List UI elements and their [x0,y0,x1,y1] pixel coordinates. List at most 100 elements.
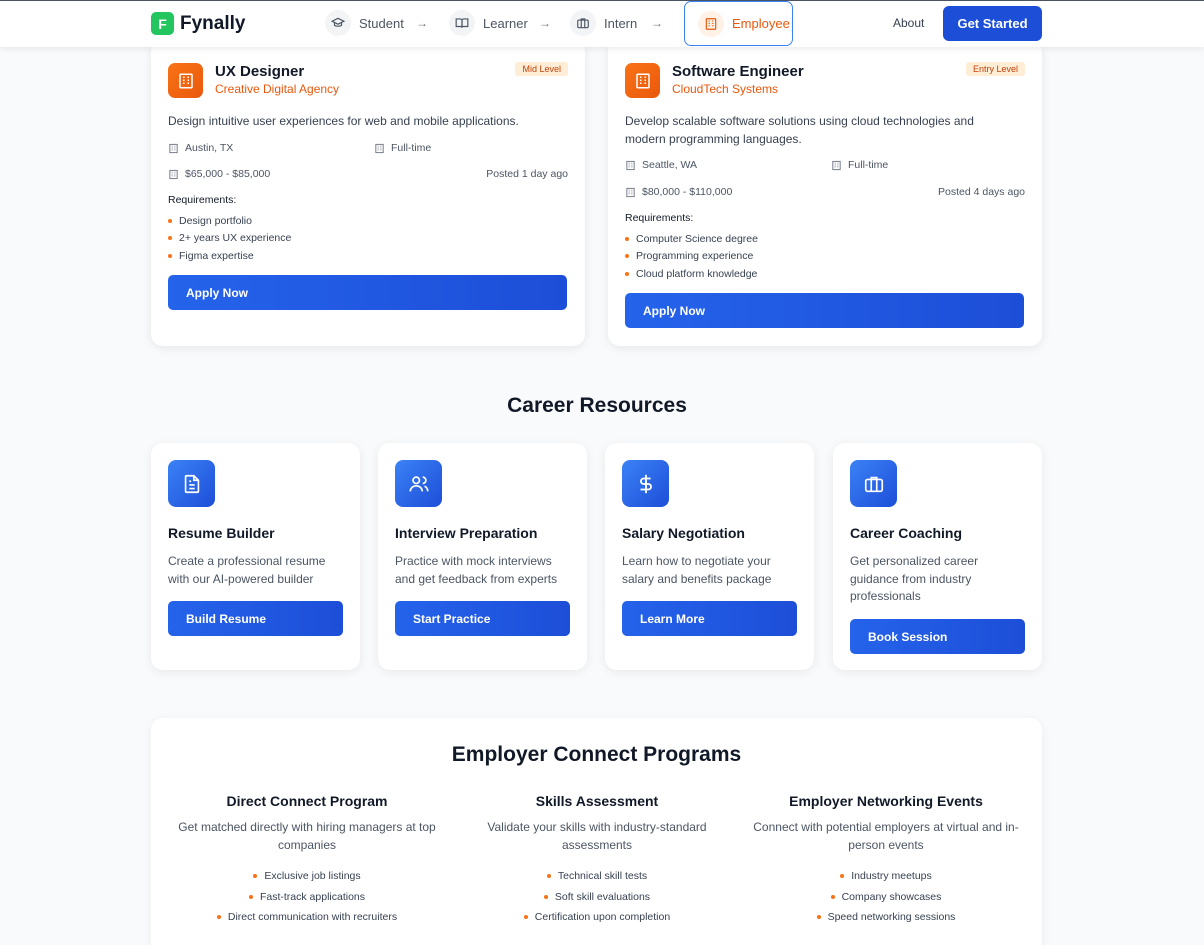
list-item: Technical skill tests [462,866,732,887]
program-bullets: Exclusive job listings Fast-track applic… [172,866,442,928]
list-item: Figma expertise [168,247,291,265]
building-icon [625,63,660,98]
job-card: UX Designer Creative Digital Agency Mid … [151,40,585,346]
list-item: Programming experience [625,248,758,266]
briefcase-icon [850,460,897,507]
resource-description: Learn how to negotiate your salary and b… [622,554,772,586]
apply-now-button[interactable]: Apply Now [168,275,567,310]
job-type-text: Full-time [848,159,889,171]
nav-employee[interactable]: Employee [684,1,793,46]
apply-now-button[interactable]: Apply Now [625,293,1024,328]
job-description: Develop scalable software solutions usin… [625,114,974,146]
list-item: Design portfolio [168,212,291,230]
about-link[interactable]: About [893,16,924,30]
job-company: CloudTech Systems [672,82,779,96]
building-icon [374,143,385,154]
resource-title: Interview Preparation [395,525,538,541]
program-bullets: Technical skill tests Soft skill evaluat… [462,866,732,928]
job-location-text: Seattle, WA [642,159,698,171]
building-icon [625,187,636,198]
users-icon [395,460,442,507]
program-skills-assessment: Skills Assessment Validate your skills w… [462,793,732,928]
get-started-button[interactable]: Get Started [943,6,1042,41]
graduation-cap-icon [325,10,351,36]
list-item: Computer Science degree [625,230,758,248]
program-description: Connect with potential employers at virt… [753,820,1019,852]
requirements-list: Design portfolio 2+ years UX experience … [168,212,291,265]
list-item: Exclusive job listings [172,866,442,887]
resource-title: Resume Builder [168,525,275,541]
nav-employee-label: Employee [732,16,790,31]
building-icon [698,10,724,37]
requirements-title: Requirements: [168,194,237,206]
job-title: UX Designer [215,63,305,80]
job-company: Creative Digital Agency [215,82,340,96]
resource-card-interview-preparation: Interview Preparation Practice with mock… [378,443,587,670]
nav-student-label: Student [359,15,404,31]
job-salary-text: $65,000 - $85,000 [185,168,271,180]
logo-icon: F [151,12,174,35]
program-networking-events: Employer Networking Events Connect with … [751,793,1021,928]
resource-description: Create a professional resume with our AI… [168,554,326,586]
job-type: Full-time [831,159,888,171]
book-session-button[interactable]: Book Session [850,619,1025,654]
section-title-career-resources: Career Resources [507,394,687,417]
job-location: Austin, TX [168,142,233,154]
program-title: Skills Assessment [535,793,659,809]
requirements-title: Requirements: [625,212,694,224]
list-item: Certification upon completion [462,907,732,928]
building-icon [831,160,842,171]
resource-card-resume-builder: Resume Builder Create a professional res… [151,443,360,670]
nav-intern[interactable]: Intern [570,10,637,36]
nav-student[interactable]: Student [325,10,404,36]
building-icon [168,63,203,98]
resource-card-career-coaching: Career Coaching Get personalized career … [833,443,1042,670]
program-bullets: Industry meetups Company showcases Speed… [751,866,1021,928]
dollar-icon [622,460,669,507]
start-practice-button[interactable]: Start Practice [395,601,570,636]
job-location-text: Austin, TX [185,142,234,154]
building-icon [168,143,179,154]
list-item: 2+ years UX experience [168,230,291,248]
job-posted: Posted 4 days ago [938,186,1025,198]
book-open-icon [449,10,475,36]
job-salary: $80,000 - $110,000 [625,186,732,198]
section-title-employer-programs: Employer Connect Programs [451,743,742,766]
list-item: Direct communication with recruiters [172,907,442,928]
resource-title: Career Coaching [850,525,963,541]
program-description: Validate your skills with industry-stand… [487,820,707,852]
job-location: Seattle, WA [625,159,697,171]
job-card: Software Engineer CloudTech Systems Entr… [608,40,1042,346]
list-item: Company showcases [751,887,1021,908]
nav-learner-label: Learner [483,15,528,31]
job-salary-text: $80,000 - $110,000 [642,186,733,198]
requirements-list: Computer Science degree Programming expe… [625,230,758,283]
program-direct-connect: Direct Connect Program Get matched direc… [172,793,442,928]
job-type-text: Full-time [391,142,432,154]
list-item: Soft skill evaluations [462,887,732,908]
job-title: Software Engineer [672,63,804,80]
nav-arrow-icon: → [416,16,428,30]
nav-arrow-icon: → [539,16,551,30]
resource-description: Get personalized career guidance from in… [850,554,979,603]
list-item: Fast-track applications [172,887,442,908]
brand-name: Fynally [180,12,246,34]
build-resume-button[interactable]: Build Resume [168,601,343,636]
nav-intern-label: Intern [604,15,638,31]
job-type: Full-time [374,142,431,154]
level-badge: Mid Level [515,62,568,76]
briefcase-icon [570,10,596,36]
nav-learner[interactable]: Learner [449,10,528,36]
job-salary: $65,000 - $85,000 [168,168,270,180]
brand-logo[interactable]: F Fynally [151,12,245,35]
building-icon [168,169,179,180]
level-badge: Entry Level [965,62,1025,76]
employer-programs-panel: Employer Connect Programs Direct Connect… [151,718,1042,945]
building-icon [625,160,636,171]
program-description: Get matched directly with hiring manager… [178,820,436,852]
job-description: Design intuitive user experiences for we… [168,114,519,128]
resource-description: Practice with mock interviews and get fe… [395,554,558,586]
learn-more-button[interactable]: Learn More [622,601,797,636]
resource-card-salary-negotiation: Salary Negotiation Learn how to negotiat… [605,443,814,670]
document-icon [168,460,215,507]
